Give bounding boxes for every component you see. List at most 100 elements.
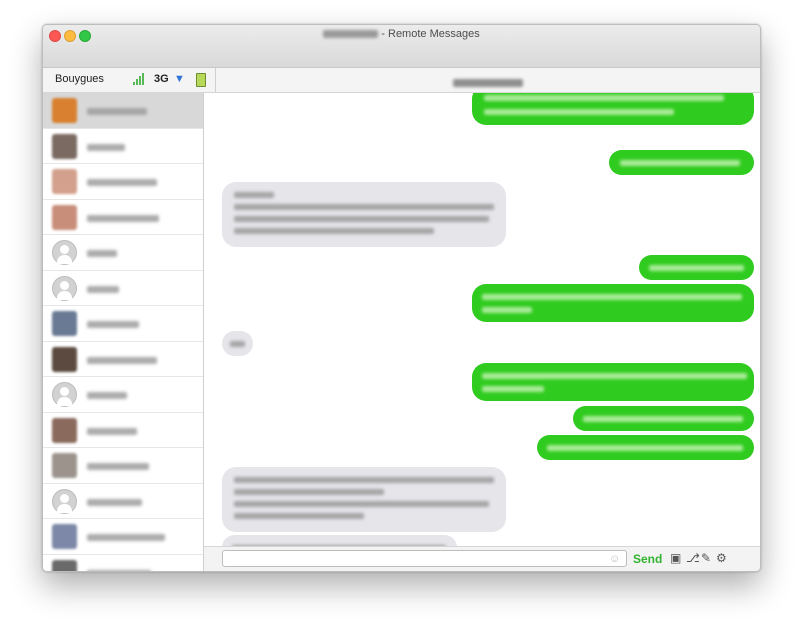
- redacted-contact-name: [87, 534, 165, 542]
- contact-name: [87, 494, 142, 512]
- redacted-message-text: [234, 477, 494, 483]
- note-icon[interactable]: ✎: [701, 552, 711, 565]
- redacted-message-text: [230, 341, 245, 347]
- contact-list-item[interactable]: [43, 413, 203, 448]
- contact-avatar: [52, 311, 77, 336]
- contact-avatar: [52, 453, 77, 478]
- redacted-message-text: [234, 204, 494, 210]
- message-thread[interactable]: [204, 93, 760, 546]
- redacted-message-text: [482, 386, 544, 392]
- contact-name: [87, 245, 117, 263]
- contact-name: [87, 139, 125, 157]
- redacted-message-text: [482, 373, 747, 379]
- message-bubble-sent: [609, 150, 754, 175]
- title-bar: - Remote Messages: [43, 25, 760, 68]
- network-type-label: 3G: [154, 73, 169, 85]
- message-bubble-sent: [472, 363, 754, 401]
- conversation-title: [216, 74, 760, 92]
- redacted-message-text: [649, 265, 744, 271]
- message-input[interactable]: [222, 550, 627, 567]
- contact-avatar: [52, 524, 77, 549]
- message-composer: ☺ Send ▣ ⎇ ✎ ⚙: [204, 546, 760, 571]
- redacted-contact-name: [87, 250, 117, 258]
- contact-list-item[interactable]: [43, 235, 203, 271]
- default-avatar-icon: [52, 275, 77, 301]
- redacted-contact-name: [87, 498, 142, 506]
- redacted-message-text: [484, 95, 724, 101]
- redacted-contact-name: [87, 214, 159, 222]
- emoji-icon[interactable]: ☺: [609, 553, 620, 565]
- battery-icon: [196, 73, 206, 87]
- message-bubble-received: [222, 467, 506, 532]
- contact-avatar: [52, 559, 77, 571]
- contact-list-item[interactable]: [43, 484, 203, 519]
- contact-list-item[interactable]: [43, 555, 203, 571]
- contact-list-item[interactable]: [43, 519, 203, 555]
- default-avatar-icon: [52, 382, 77, 407]
- redacted-contact-name: [87, 179, 157, 187]
- contact-list-item[interactable]: [43, 342, 203, 377]
- redacted-contact-name: [87, 108, 147, 116]
- redacted-contact-name: [87, 321, 139, 329]
- window-title-text: - Remote Messages: [381, 28, 480, 40]
- redacted-contact-name: [87, 569, 151, 571]
- redacted-message-text: [484, 109, 674, 115]
- contact-name: [87, 529, 165, 547]
- redacted-message-text: [482, 294, 742, 300]
- redacted-message-text: [234, 216, 489, 222]
- wifi-icon: ▼: [174, 73, 185, 85]
- message-bubble-sent: [472, 93, 754, 125]
- redacted-message-text: [482, 307, 532, 313]
- contact-name: [87, 387, 127, 405]
- contact-avatar: [52, 133, 77, 159]
- contact-name: [87, 103, 147, 121]
- app-window: - Remote Messages Bouygues 3G ▼ ☺ Send ▣…: [42, 24, 761, 572]
- send-button[interactable]: Send: [633, 552, 662, 566]
- contact-name: [87, 281, 119, 299]
- message-bubble-sent: [573, 406, 754, 431]
- image-icon[interactable]: ▣: [670, 552, 681, 565]
- contact-list-item[interactable]: [43, 448, 203, 484]
- redacted-message-text: [234, 192, 274, 198]
- redacted-contact-name: [87, 392, 127, 400]
- redacted-message-text: [234, 228, 434, 234]
- redacted-message-text: [234, 513, 364, 519]
- message-bubble-sent: [537, 435, 754, 460]
- contact-list-item[interactable]: [43, 164, 203, 200]
- contact-avatar: [52, 98, 77, 123]
- default-avatar-icon: [52, 240, 77, 265]
- message-bubble-received: [222, 535, 457, 546]
- carrier-name: Bouygues: [55, 73, 104, 85]
- contact-name: [87, 565, 151, 571]
- contact-list-item[interactable]: [43, 129, 203, 164]
- contact-list-item[interactable]: [43, 377, 203, 413]
- contact-name: [87, 352, 157, 370]
- settings-gear-icon[interactable]: ⚙: [716, 552, 727, 565]
- redacted-contact-name: [87, 427, 137, 435]
- redacted-contact-name: [323, 30, 379, 39]
- redacted-contact-name: [87, 285, 119, 293]
- contact-list-item[interactable]: [43, 93, 203, 129]
- contact-avatar: [52, 169, 77, 194]
- default-avatar-icon: [52, 488, 77, 514]
- window-title: - Remote Messages: [43, 28, 760, 40]
- contact-name: [87, 210, 159, 228]
- signal-strength-icon: [133, 73, 145, 85]
- contact-list-item[interactable]: [43, 271, 203, 306]
- redacted-message-text: [547, 445, 743, 451]
- message-bubble-received: [222, 331, 253, 356]
- contact-avatar: [52, 204, 77, 230]
- message-bubble-received: [222, 182, 506, 247]
- redacted-contact-name: [87, 356, 157, 364]
- contact-list-item[interactable]: [43, 200, 203, 235]
- contact-list-item[interactable]: [43, 306, 203, 342]
- contact-name: [87, 423, 137, 441]
- contact-list[interactable]: [43, 93, 204, 571]
- redacted-message-text: [234, 489, 384, 495]
- contact-avatar: [52, 346, 77, 372]
- attachment-icon[interactable]: ⎇: [686, 552, 700, 565]
- redacted-message-text: [583, 416, 743, 422]
- contact-name: [87, 316, 139, 334]
- redacted-contact-name: [87, 143, 125, 151]
- redacted-conversation-name: [453, 78, 523, 87]
